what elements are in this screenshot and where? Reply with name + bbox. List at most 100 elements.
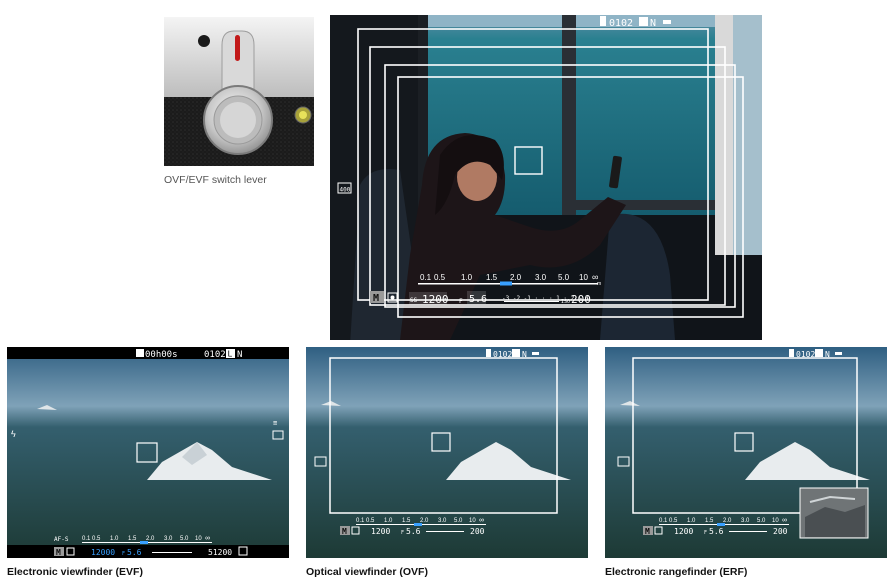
focus-distance-indicator: [140, 541, 148, 544]
distance-scale-tick: 5.0: [558, 273, 570, 282]
exposure-scale: [729, 531, 767, 532]
shutter-speed: 12000: [91, 548, 115, 557]
frame-counter: 0102: [204, 350, 226, 360]
aperture-label: F: [122, 551, 125, 557]
evf-scene: 00h00s 0102 L N ϟ ≡ AF-S 0.1 0.5 1.0 1.5…: [7, 347, 289, 558]
distance-scale-tick: 5.0: [180, 536, 189, 542]
distance-scale-tick: 0.5: [366, 518, 375, 524]
timer: 00h00s: [145, 350, 178, 360]
aperture-value: 5.6: [709, 527, 724, 536]
af-mode: AF-S: [54, 536, 69, 543]
distance-scale-tick: 1.0: [110, 536, 119, 542]
distance-scale-tick: 1.5: [402, 518, 411, 524]
quality-badge-icon: [512, 349, 520, 357]
iso-value: 51200: [208, 548, 232, 557]
ovf-caption: Optical viewfinder (OVF): [306, 566, 428, 578]
shooting-mode: M: [342, 527, 347, 536]
quality-indicator: N: [825, 350, 830, 359]
exposure-scale: [152, 552, 192, 553]
image-size: L: [228, 350, 233, 359]
svg-text:400: 400: [340, 187, 351, 194]
shutter-speed-icon: SS: [410, 297, 418, 304]
distance-scale-tick: 0.1: [420, 273, 432, 282]
distance-scale-tick: 1.0: [384, 518, 393, 524]
iso-value: 200: [773, 527, 788, 536]
aperture-value: 5.6: [406, 527, 421, 536]
aperture-label: F: [401, 530, 404, 536]
distance-scale-tick: 1.0: [461, 273, 473, 282]
erf-panel: 0102 N 0.1 0.5 1.0 1.5 2.0 3.0 5.0 10 ∞ …: [605, 347, 887, 558]
distance-scale-tick: 0.1: [356, 518, 365, 524]
battery-card-icon: [600, 16, 606, 26]
distance-scale-tick: 3.0: [535, 273, 547, 282]
distance-scale-tick: 10: [469, 518, 476, 524]
quality-indicator: N: [522, 350, 527, 359]
aperture-value: 5.6: [127, 548, 142, 557]
distance-scale-tick: 0.1: [659, 518, 668, 524]
flash-icon: ϟ: [11, 429, 16, 439]
distance-scale-tick: 3.0: [741, 518, 750, 524]
lever-caption: OVF/EVF switch lever: [164, 174, 267, 186]
ovf-panel: 0102 N 0.1 0.5 1.0 1.5 2.0 3.0 5.0 10 ∞ …: [306, 347, 588, 558]
distance-scale-tick: 5.0: [454, 518, 463, 524]
distance-scale-tick: 0.1: [82, 536, 91, 542]
distance-scale-tick: 3.0: [164, 536, 173, 542]
distance-scale-tick: 1.0: [687, 518, 696, 524]
quality-badge-icon: [815, 349, 823, 357]
erf-caption: Electronic rangefinder (ERF): [605, 566, 748, 578]
distance-scale-tick: 10: [195, 536, 202, 542]
frame-counter: 0102: [796, 350, 815, 359]
distance-scale-tick: ∞: [479, 517, 484, 524]
wb-icon: ≡: [273, 419, 277, 427]
main-viewfinder-view: 400 0102 N 0.1 0.5 1.0 1.5 2.0 3.0 5.0 1…: [330, 15, 762, 340]
shooting-mode: M: [645, 527, 650, 536]
aperture-label: F: [459, 298, 463, 305]
distance-scale-tick: 0.5: [669, 518, 678, 524]
frame-counter: 0102: [493, 350, 512, 359]
aperture-value: 5.6: [469, 294, 487, 305]
distance-scale-tick: ∞: [782, 517, 787, 524]
distance-scale-tick: 2.0: [510, 273, 522, 282]
aperture-label: F: [704, 530, 707, 536]
rangefinder-inset: [799, 487, 869, 539]
battery-icon: [663, 20, 671, 24]
quality-indicator: N: [650, 18, 656, 29]
distance-scale-tick: 3.0: [438, 518, 447, 524]
exposure-scale: [426, 531, 464, 532]
distance-scale-tick: ∞: [205, 535, 210, 542]
distance-scale-tick: 1.5: [705, 518, 714, 524]
shooting-mode: M: [373, 293, 379, 304]
focus-distance-indicator: [500, 281, 512, 286]
iso-label: ISO: [561, 299, 570, 305]
ovf-evf-lever-photo: [164, 17, 314, 166]
battery-icon: [835, 352, 842, 355]
evf-panel: 00h00s 0102 L N ϟ ≡ AF-S 0.1 0.5 1.0 1.5…: [7, 347, 289, 558]
distance-scale-tick: 10: [579, 273, 588, 282]
frame-counter: 0102: [609, 18, 633, 29]
ovf-scene: 0102 N 0.1 0.5 1.0 1.5 2.0 3.0 5.0 10 ∞ …: [306, 347, 588, 558]
card-icon: [789, 349, 794, 357]
main-viewfinder-scene: 400 0102 N 0.1 0.5 1.0 1.5 2.0 3.0 5.0 1…: [330, 15, 762, 340]
focus-distance-indicator: [414, 523, 422, 526]
evf-caption: Electronic viewfinder (EVF): [7, 566, 143, 578]
erf-scene: 0102 N 0.1 0.5 1.0 1.5 2.0 3.0 5.0 10 ∞ …: [605, 347, 887, 558]
battery-icon: [532, 352, 539, 355]
shutter-speed: 1200: [371, 527, 390, 536]
iso-value: 200: [470, 527, 485, 536]
lever-illustration: [164, 17, 314, 166]
shutter-speed: 1200: [422, 293, 449, 306]
distance-scale-tick: 1.5: [128, 536, 137, 542]
quality-badge-icon: [639, 17, 648, 26]
iso-value: 200: [571, 293, 591, 306]
distance-scale-tick: 5.0: [757, 518, 766, 524]
distance-scale-tick: 0.5: [92, 536, 101, 542]
timer-icon: [136, 349, 144, 357]
distance-scale-tick: 0.5: [434, 273, 446, 282]
focus-distance-indicator: [717, 523, 725, 526]
shutter-speed: 1200: [674, 527, 693, 536]
distance-scale-tick: 10: [772, 518, 779, 524]
card-icon: [486, 349, 491, 357]
shooting-mode: M: [56, 548, 61, 557]
quality-indicator: N: [237, 350, 242, 360]
distance-scale-tick: 1.5: [486, 273, 498, 282]
